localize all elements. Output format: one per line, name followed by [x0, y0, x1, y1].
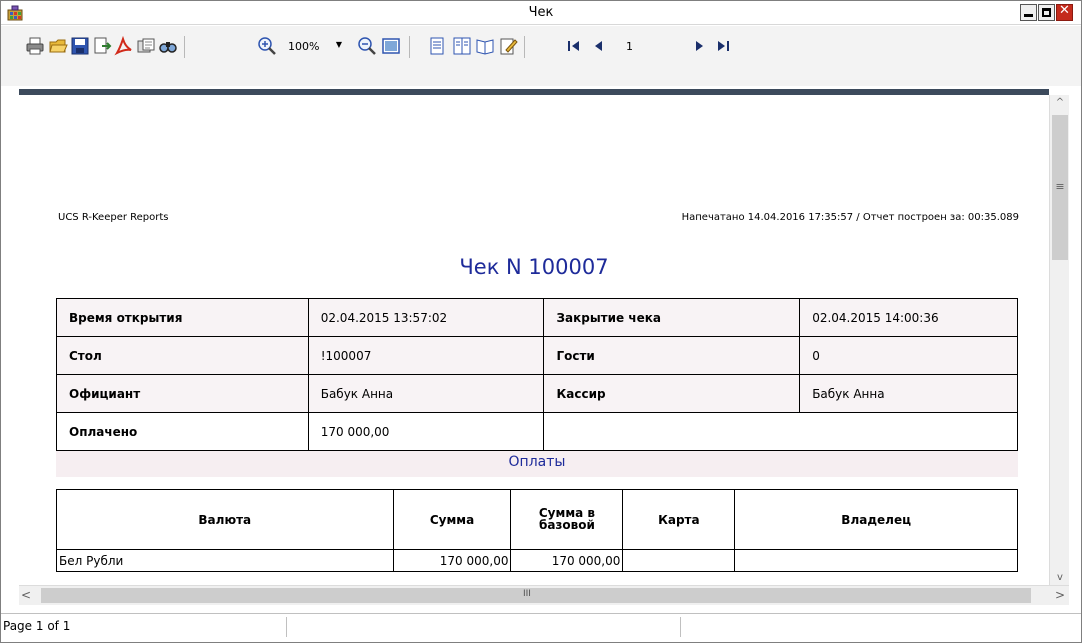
close-button[interactable]: ✕ — [1056, 3, 1073, 21]
scroll-up-icon[interactable]: ^ — [1050, 97, 1070, 108]
maximize-icon — [1042, 8, 1051, 17]
edit-icon[interactable] — [498, 36, 518, 56]
paid-value: 170 000,00 — [307, 412, 545, 451]
open-time-label: Время открытия — [56, 298, 309, 337]
toolbar-row: 100% ▼ 1 — [1, 34, 1081, 60]
last-page-icon[interactable] — [713, 36, 733, 56]
page-number-input[interactable]: 1 — [623, 37, 679, 57]
next-page-icon[interactable] — [689, 36, 709, 56]
table-header-row: Валюта Сумма Сумма в базовой Карта Владе… — [56, 489, 1018, 550]
column-header: Валюта — [56, 489, 394, 550]
status-pane — [287, 617, 681, 637]
close-icon: ✕ — [1059, 3, 1070, 18]
open-icon[interactable] — [48, 36, 68, 56]
close-time-label: Закрытие чека — [543, 298, 801, 337]
waiter-value: Бабук Анна — [307, 374, 545, 413]
table-value: !100007 — [307, 336, 545, 375]
check-info-table: Время открытия 02.04.2015 13:57:02 Закры… — [56, 298, 1018, 451]
zoom-in-icon[interactable] — [257, 36, 277, 56]
table-row: Оплачено 170 000,00 — [56, 412, 1018, 451]
save-icon[interactable] — [70, 36, 90, 56]
report-preview-window: Чек ✕ 100% ▼ 1 UCS R-Keeper Reports Напе… — [0, 0, 1082, 643]
paid-label: Оплачено — [56, 412, 309, 451]
zoom-out-icon[interactable] — [357, 36, 377, 56]
column-header: Сумма в базовой — [510, 489, 624, 550]
pdf-icon[interactable] — [114, 36, 134, 56]
payments-table: Валюта Сумма Сумма в базовой Карта Владе… — [56, 489, 1018, 572]
table-label: Стол — [56, 336, 309, 375]
guests-label: Гости — [543, 336, 801, 375]
window-title: Чек — [528, 5, 554, 20]
cashier-label: Кассир — [543, 374, 801, 413]
table-cell — [622, 549, 736, 572]
table-row: Стол !100007 Гости 0 — [56, 336, 1018, 375]
column-header: Сумма — [392, 489, 512, 550]
payments-title: Оплаты — [56, 451, 1018, 477]
minimize-button[interactable] — [1020, 4, 1037, 21]
status-page-info: Page 1 of 1 — [1, 617, 287, 637]
print-icon[interactable] — [25, 36, 45, 56]
scroll-left-icon[interactable]: < — [21, 588, 31, 602]
send-icon[interactable] — [136, 36, 156, 56]
cashier-value: Бабук Анна — [799, 374, 1018, 413]
open-time-value: 02.04.2015 13:57:02 — [307, 298, 545, 337]
scroll-right-icon[interactable]: > — [1055, 588, 1065, 602]
toolbar-separator — [524, 36, 525, 58]
table-cell: 170 000,00 — [510, 549, 624, 572]
first-page-icon[interactable] — [564, 36, 584, 56]
zoom-select[interactable]: 100% ▼ — [286, 37, 346, 57]
report-printed-info: Напечатано 14.04.2016 17:35:57 / Отчет п… — [681, 212, 1019, 223]
guests-value: 0 — [799, 336, 1018, 375]
scroll-thumb[interactable] — [41, 588, 1031, 603]
empty-cell — [543, 412, 1018, 451]
report-source: UCS R-Keeper Reports — [58, 212, 169, 223]
report-title: Чек N 100007 — [459, 255, 609, 279]
zoom-value: 100% — [288, 40, 320, 53]
horizontal-scrollbar[interactable]: < III > — [19, 585, 1069, 605]
status-bar: Page 1 of 1 — [1, 613, 1081, 642]
toolbar: 100% ▼ 1 — [1, 26, 1081, 86]
title-bar[interactable]: Чек ✕ — [1, 1, 1081, 25]
column-header: Карта — [622, 489, 736, 550]
scroll-down-icon[interactable]: v — [1050, 572, 1070, 583]
find-icon[interactable] — [158, 36, 178, 56]
grip-icon: ≡ — [1055, 180, 1065, 193]
page-number-value: 1 — [626, 40, 633, 53]
chevron-down-icon: ▼ — [335, 40, 342, 49]
table-cell: 170 000,00 — [392, 549, 512, 572]
book-icon[interactable] — [475, 36, 495, 56]
toolbar-separator — [409, 36, 410, 58]
vertical-scrollbar[interactable]: ^ ≡ v — [1049, 95, 1069, 585]
full-page-icon[interactable] — [381, 36, 401, 56]
two-pages-icon[interactable] — [452, 36, 472, 56]
waiter-label: Официант — [56, 374, 309, 413]
grip-icon: III — [523, 589, 531, 599]
toolbar-separator — [184, 36, 185, 58]
prev-page-icon[interactable] — [589, 36, 609, 56]
report-page: UCS R-Keeper Reports Напечатано 14.04.20… — [19, 95, 1049, 585]
minimize-icon — [1024, 14, 1033, 17]
table-cell — [734, 549, 1018, 572]
export-icon[interactable] — [92, 36, 112, 56]
table-cell: Бел Рубли — [56, 549, 394, 572]
column-header: Владелец — [734, 489, 1018, 550]
close-time-value: 02.04.2015 14:00:36 — [799, 298, 1018, 337]
maximize-button[interactable] — [1038, 4, 1055, 21]
table-row: Время открытия 02.04.2015 13:57:02 Закры… — [56, 298, 1018, 337]
status-pane — [681, 617, 1081, 637]
single-page-icon[interactable] — [427, 36, 447, 56]
column-header-text: Сумма в базовой — [538, 505, 595, 533]
table-row: Официант Бабук Анна Кассир Бабук Анна — [56, 374, 1018, 413]
table-row: Бел Рубли 170 000,00 170 000,00 — [56, 549, 1018, 572]
